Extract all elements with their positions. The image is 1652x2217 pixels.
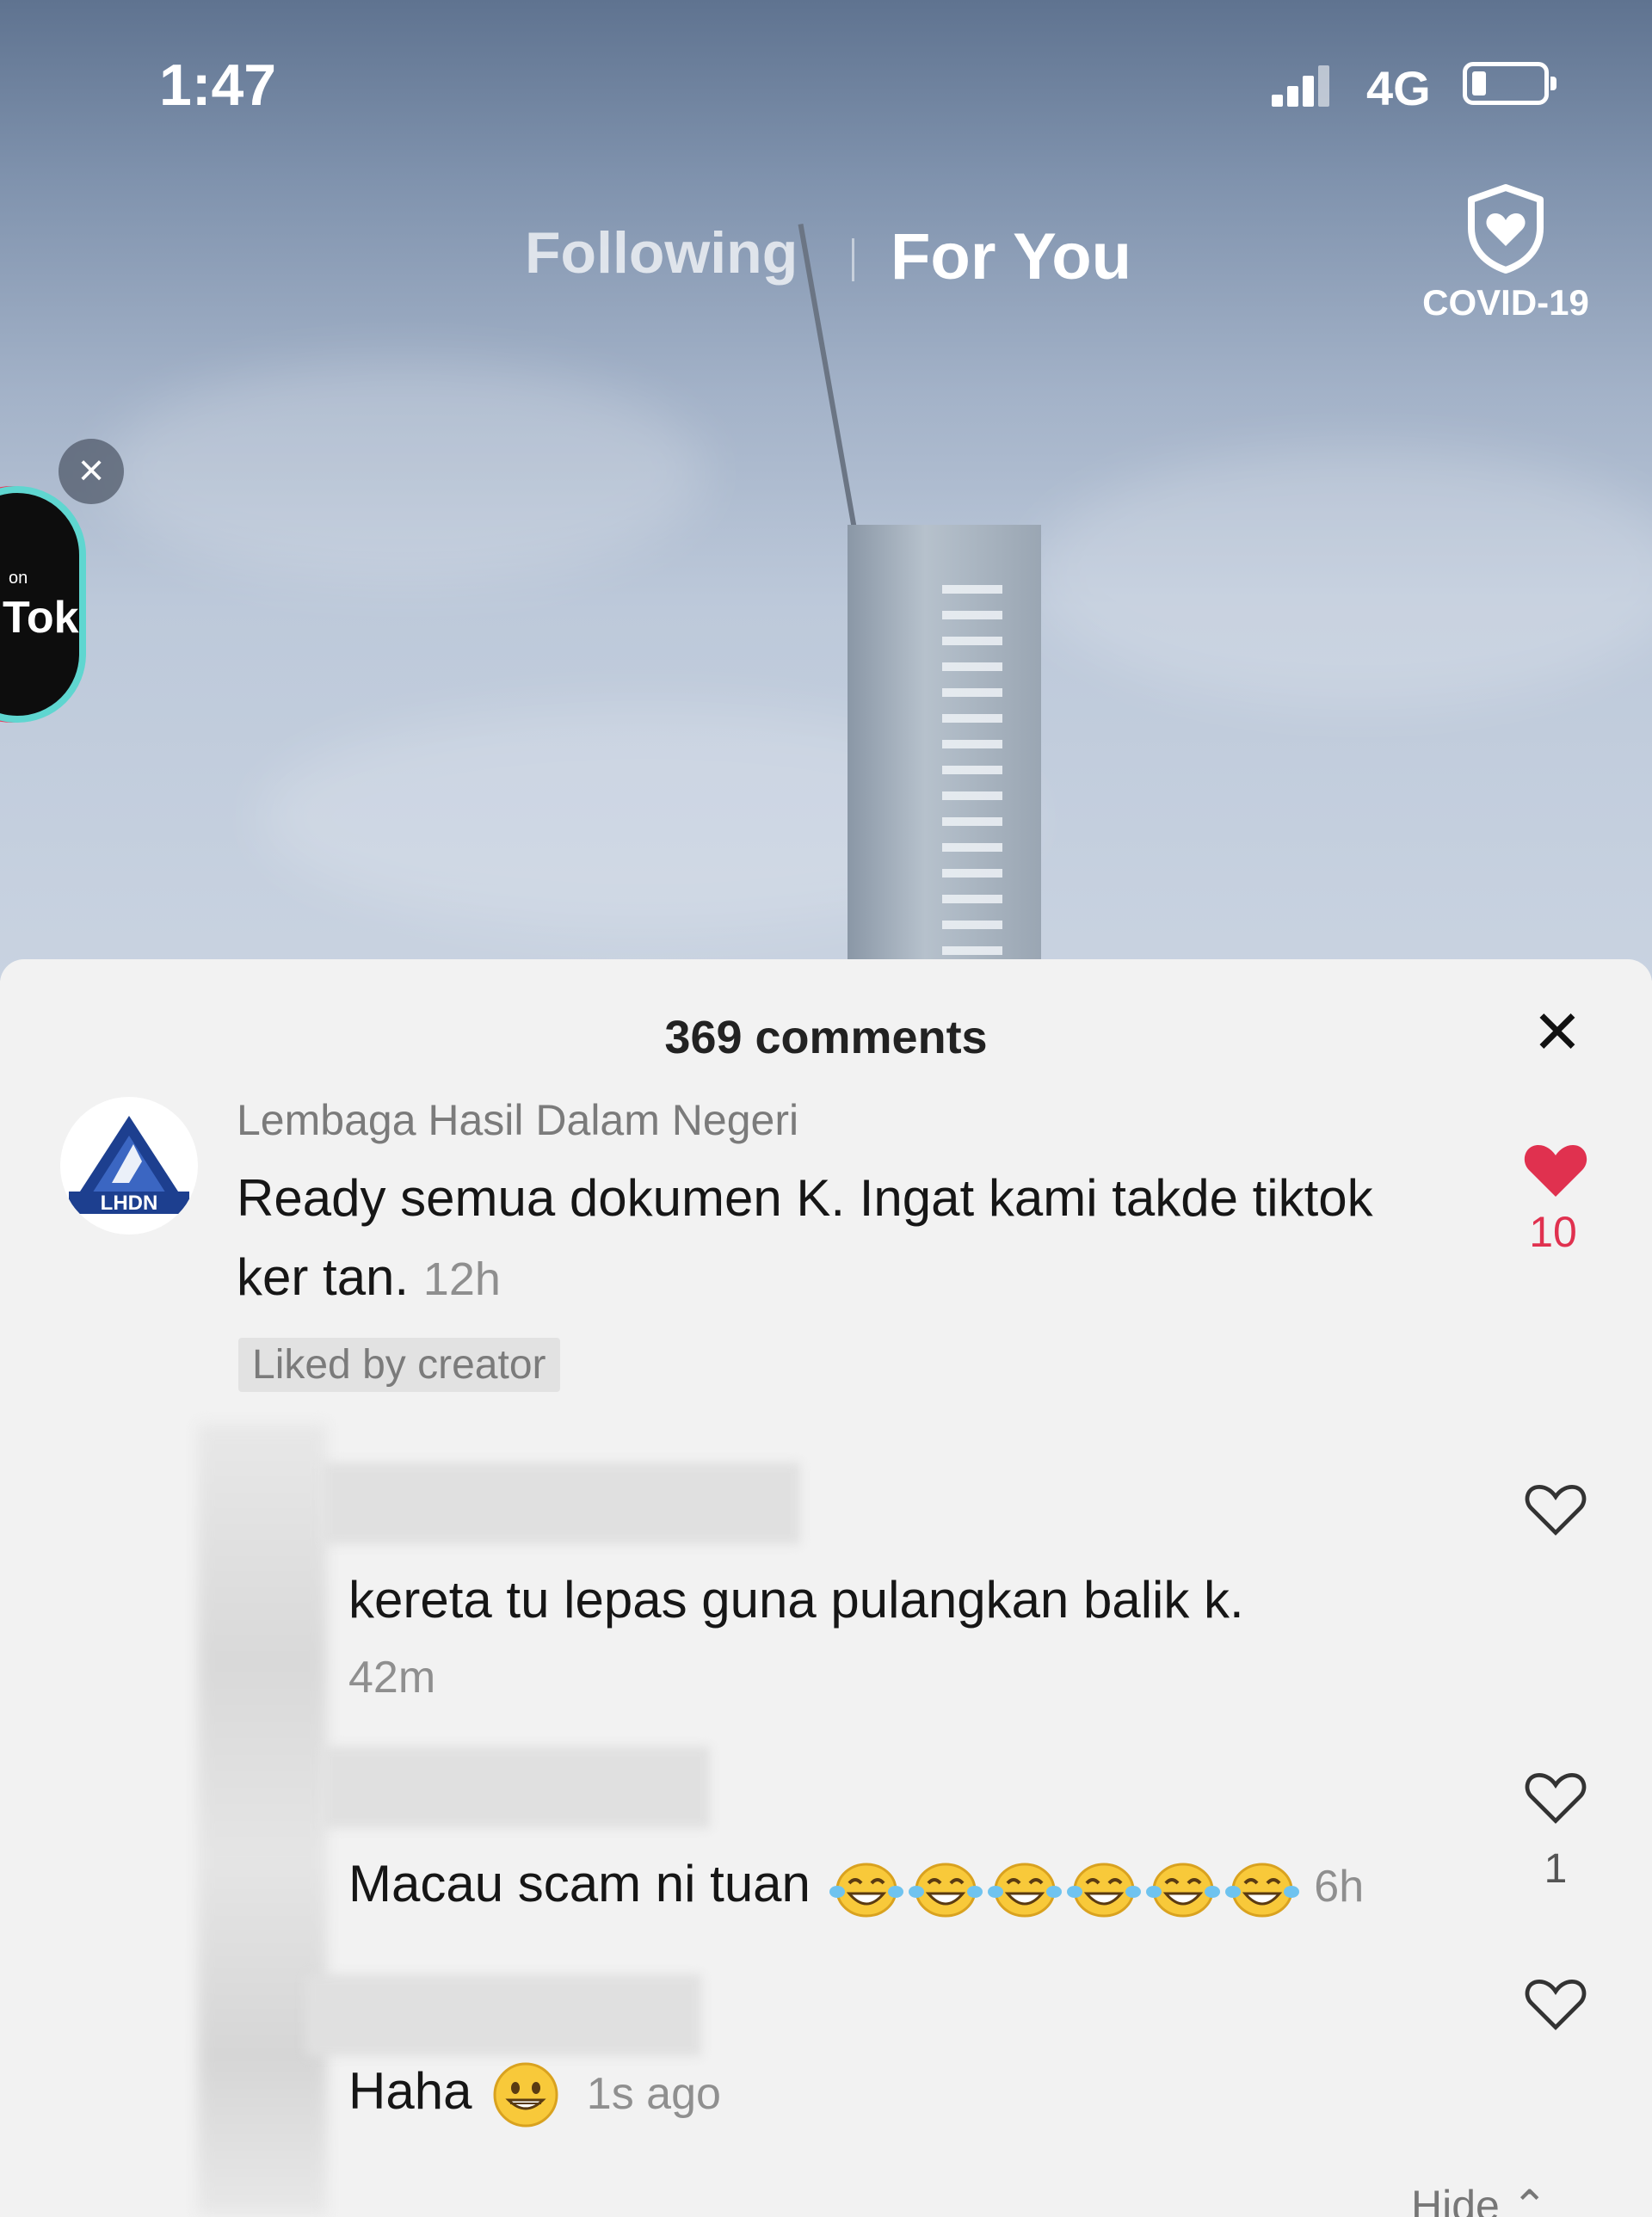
shield-heart-icon bbox=[1468, 184, 1544, 274]
battery-level bbox=[1472, 71, 1486, 95]
reply-text: Macau scam ni tuan bbox=[348, 1855, 811, 1912]
grinning-face-emoji bbox=[493, 2062, 558, 2128]
heart-outline-icon[interactable] bbox=[1523, 1480, 1588, 1538]
reply-time: 1s ago bbox=[586, 2068, 721, 2119]
comment-username[interactable]: Lembaga Hasil Dalam Negeri bbox=[237, 1095, 798, 1145]
reply-text: Haha bbox=[348, 2061, 472, 2120]
close-icon[interactable]: × bbox=[59, 439, 124, 504]
hide-label: Hide bbox=[1411, 2182, 1500, 2217]
comment-time: 12h bbox=[422, 1253, 501, 1305]
avatar[interactable]: LHDN bbox=[60, 1097, 198, 1235]
feed-tabs: Following For You bbox=[0, 219, 1652, 305]
chevron-up-icon: ⌃ bbox=[1511, 2182, 1548, 2217]
reply-time: 42m bbox=[348, 1653, 436, 1703]
face-with-tears-of-joy-emoji bbox=[829, 1863, 903, 1918]
lhdn-logo-icon: LHDN bbox=[69, 1116, 189, 1215]
tower-windows bbox=[942, 585, 1002, 964]
blurred-username bbox=[323, 1463, 800, 1544]
status-bar: 1:47 4G bbox=[0, 0, 1652, 172]
tab-following[interactable]: Following bbox=[525, 219, 798, 286]
promo-badge[interactable]: on Tok bbox=[0, 486, 86, 723]
video-player[interactable]: 1:47 4G Following For You COVID-19 on To… bbox=[0, 0, 1652, 981]
reply-text: kereta tu lepas guna pulangkan balik k. bbox=[348, 1571, 1244, 1629]
tab-divider bbox=[852, 238, 854, 281]
like-count: 10 bbox=[1529, 1208, 1577, 1256]
blurred-username bbox=[323, 1746, 710, 1828]
promo-label: Tok bbox=[3, 593, 79, 643]
face-with-tears-of-joy-emoji bbox=[1066, 1863, 1141, 1918]
status-time: 1:47 bbox=[159, 52, 277, 118]
tab-for-you[interactable]: For You bbox=[891, 219, 1131, 294]
battery-icon bbox=[1463, 62, 1556, 105]
sky-cloud bbox=[103, 361, 706, 585]
heart-filled-icon[interactable] bbox=[1521, 1140, 1590, 1200]
like-count: 1 bbox=[1544, 1846, 1568, 1892]
reply-time: 6h bbox=[1314, 1862, 1365, 1912]
hide-replies-button[interactable]: Hide ⌃ bbox=[1411, 2181, 1548, 2217]
promo-small-text: on bbox=[9, 569, 28, 588]
sky-cloud bbox=[1032, 447, 1652, 705]
liked-by-creator-badge: Liked by creator bbox=[238, 1338, 560, 1392]
signal-icon bbox=[1272, 64, 1330, 107]
comments-count-title: 369 comments bbox=[664, 1012, 988, 1063]
emoji-row bbox=[825, 1855, 1300, 1918]
svg-text:LHDN: LHDN bbox=[101, 1192, 158, 1215]
close-icon[interactable]: ✕ bbox=[1527, 1002, 1587, 1062]
face-with-tears-of-joy-emoji bbox=[908, 1863, 983, 1918]
comments-sheet: 369 comments ✕ LHDN Lembaga Hasil Dalam … bbox=[0, 959, 1652, 2217]
covid-label: COVID-19 bbox=[1422, 282, 1589, 323]
face-with-tears-of-joy-emoji bbox=[1224, 1863, 1299, 1918]
blurred-avatar-column bbox=[198, 1424, 327, 2215]
face-with-tears-of-joy-emoji bbox=[987, 1863, 1062, 1918]
reply-body: Macau scam ni tuan 6h bbox=[348, 1854, 1364, 1918]
comment-text: Ready semua dokumen K. Ingat kami takde … bbox=[237, 1169, 1373, 1306]
face-with-tears-of-joy-emoji bbox=[1145, 1863, 1220, 1918]
comment-item: LHDN Lembaga Hasil Dalam Negeri Ready se… bbox=[0, 1088, 1652, 1398]
comment-body: Ready semua dokumen K. Ingat kami takde … bbox=[237, 1159, 1441, 1319]
network-type: 4G bbox=[1366, 61, 1431, 115]
blurred-username bbox=[305, 1974, 701, 2056]
covid-19-button[interactable]: COVID-19 bbox=[1411, 181, 1600, 344]
heart-outline-icon[interactable] bbox=[1523, 1974, 1588, 2033]
heart-outline-icon[interactable] bbox=[1523, 1768, 1588, 1826]
reply-body: Haha 1s ago bbox=[348, 2060, 721, 2129]
